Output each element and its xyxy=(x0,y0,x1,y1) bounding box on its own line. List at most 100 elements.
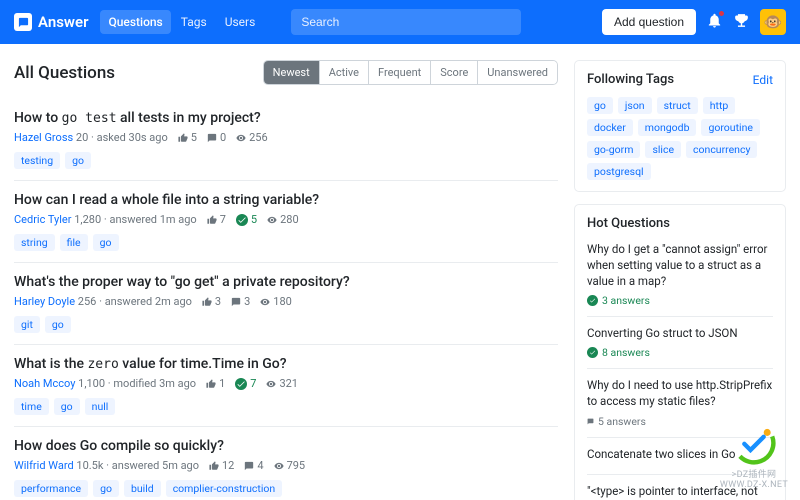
following-tag[interactable]: mongodb xyxy=(638,119,697,136)
achievements-icon[interactable] xyxy=(733,12,750,33)
views-icon: 795 xyxy=(274,459,306,472)
tag[interactable]: go xyxy=(93,480,119,497)
following-tag[interactable]: http xyxy=(703,97,736,114)
question-tags: timegonull xyxy=(14,398,558,415)
main-content: All Questions NewestActiveFrequentScoreU… xyxy=(0,44,800,500)
tag[interactable]: git xyxy=(14,316,40,333)
question-title[interactable]: How does Go compile so quickly? xyxy=(14,438,558,454)
question-tags: gitgo xyxy=(14,316,558,333)
brand-name: Answer xyxy=(38,13,88,31)
question-title[interactable]: How can I read a whole file into a strin… xyxy=(14,192,558,208)
votes-icon: 1 xyxy=(206,377,225,390)
tag[interactable]: performance xyxy=(14,480,88,497)
tag[interactable]: null xyxy=(85,398,116,415)
filter-active[interactable]: Active xyxy=(319,61,368,84)
question-column: All Questions NewestActiveFrequentScoreU… xyxy=(14,60,558,484)
following-tag[interactable]: goroutine xyxy=(701,119,759,136)
question-title[interactable]: How to go test all tests in my project? xyxy=(14,110,558,126)
votes-icon: 7 xyxy=(207,213,226,226)
views-icon: 321 xyxy=(266,377,298,390)
question-list: How to go test all tests in my project? H… xyxy=(14,99,558,500)
hot-question-item: Converting Go struct to JSON 8 answers xyxy=(587,316,773,368)
hot-question-title[interactable]: Why do I get a "cannot assign" error whe… xyxy=(587,241,773,289)
votes-icon: 12 xyxy=(209,459,234,472)
edit-tags-link[interactable]: Edit xyxy=(753,73,773,87)
hot-question-title[interactable]: Why do I need to use http.StripPrefix to… xyxy=(587,377,773,409)
question-author[interactable]: Cedric Tyler xyxy=(14,213,72,226)
search-container xyxy=(291,9,521,35)
hot-questions-card: Hot Questions Why do I get a "cannot ass… xyxy=(574,204,786,500)
question-meta: Hazel Gross 20 · asked 30s ago 5 0 256 xyxy=(14,131,558,144)
following-tag[interactable]: docker xyxy=(587,119,633,136)
nav-users[interactable]: Users xyxy=(217,10,264,34)
nav-tags[interactable]: Tags xyxy=(173,10,215,34)
tag[interactable]: time xyxy=(14,398,49,415)
question-meta: Wilfrid Ward 10.5k · answered 5m ago 12 … xyxy=(14,459,558,472)
tag[interactable]: file xyxy=(60,234,88,251)
question-item: What is the zero value for time.Time in … xyxy=(14,345,558,427)
question-time: answered 2m ago xyxy=(105,295,192,308)
hot-questions-title: Hot Questions xyxy=(587,216,670,231)
tag[interactable]: complier-construction xyxy=(166,480,282,497)
question-item: How to go test all tests in my project? H… xyxy=(14,99,558,181)
author-reputation: 1,100 xyxy=(78,377,105,390)
following-tags-card: Following Tags Edit gojsonstructhttpdock… xyxy=(574,60,786,192)
tag[interactable]: go xyxy=(45,316,71,333)
question-author[interactable]: Wilfrid Ward xyxy=(14,459,74,472)
question-time: modified 3m ago xyxy=(113,377,196,390)
tag[interactable]: string xyxy=(14,234,55,251)
answers-icon: 0 xyxy=(207,131,226,144)
following-tag[interactable]: go-gorm xyxy=(587,141,640,158)
author-reputation: 256 xyxy=(78,295,97,308)
question-time: answered 1m ago xyxy=(109,213,196,226)
votes-icon: 5 xyxy=(178,131,197,144)
votes-icon: 3 xyxy=(202,295,221,308)
answers-accepted-icon: 5 xyxy=(236,213,257,226)
question-author[interactable]: Hazel Gross xyxy=(14,131,73,144)
hot-question-title[interactable]: Converting Go struct to JSON xyxy=(587,325,773,341)
following-tag[interactable]: go xyxy=(587,97,613,114)
top-navbar: Answer QuestionsTagsUsers Add question 🐵 xyxy=(0,0,800,44)
filter-newest[interactable]: Newest xyxy=(264,61,319,84)
tag[interactable]: go xyxy=(54,398,80,415)
question-meta: Cedric Tyler 1,280 · answered 1m ago 7 5… xyxy=(14,213,558,226)
filter-frequent[interactable]: Frequent xyxy=(368,61,430,84)
hot-question-item: "<type> is pointer to interface, not int… xyxy=(587,474,773,500)
hot-question-item: Why do I need to use http.StripPrefix to… xyxy=(587,368,773,436)
author-reputation: 1,280 xyxy=(74,213,101,226)
tag[interactable]: build xyxy=(124,480,161,497)
answers-badge: 5 answers xyxy=(587,415,646,428)
following-tag[interactable]: slice xyxy=(645,141,681,158)
answers-icon: 3 xyxy=(231,295,250,308)
following-tag[interactable]: json xyxy=(618,97,652,114)
hot-question-title[interactable]: Concatenate two slices in Go xyxy=(587,446,773,462)
tag[interactable]: testing xyxy=(14,152,60,169)
question-title[interactable]: What is the zero value for time.Time in … xyxy=(14,356,558,372)
tag[interactable]: go xyxy=(65,152,91,169)
question-tags: string filego xyxy=(14,234,558,251)
question-author[interactable]: Noah Mccoy xyxy=(14,377,75,390)
hot-question-title[interactable]: "<type> is pointer to interface, not int… xyxy=(587,483,773,500)
nav-questions[interactable]: Questions xyxy=(100,10,170,34)
filter-score[interactable]: Score xyxy=(430,61,477,84)
following-tag[interactable]: concurrency xyxy=(686,141,757,158)
add-question-button[interactable]: Add question xyxy=(602,9,696,35)
accepted-answers-badge: 3 answers xyxy=(587,294,650,307)
notifications-icon[interactable] xyxy=(706,12,723,33)
page-title: All Questions xyxy=(14,63,115,83)
user-avatar[interactable]: 🐵 xyxy=(760,9,786,35)
filter-unanswered[interactable]: Unanswered xyxy=(477,61,557,84)
question-item: What's the proper way to "go get" a priv… xyxy=(14,263,558,345)
tag[interactable]: go xyxy=(93,234,119,251)
hot-question-item: Why do I get a "cannot assign" error whe… xyxy=(587,241,773,316)
following-tag[interactable]: struct xyxy=(657,97,698,114)
brand-logo[interactable]: Answer xyxy=(14,13,88,31)
search-input[interactable] xyxy=(291,9,521,35)
hot-questions-list: Why do I get a "cannot assign" error whe… xyxy=(587,241,773,500)
notification-dot xyxy=(718,10,725,17)
question-title[interactable]: What's the proper way to "go get" a priv… xyxy=(14,274,558,290)
question-author[interactable]: Harley Doyle xyxy=(14,295,75,308)
question-item: How can I read a whole file into a strin… xyxy=(14,181,558,263)
question-meta: Harley Doyle 256 · answered 2m ago 3 3 1… xyxy=(14,295,558,308)
following-tag[interactable]: postgresql xyxy=(587,163,651,180)
